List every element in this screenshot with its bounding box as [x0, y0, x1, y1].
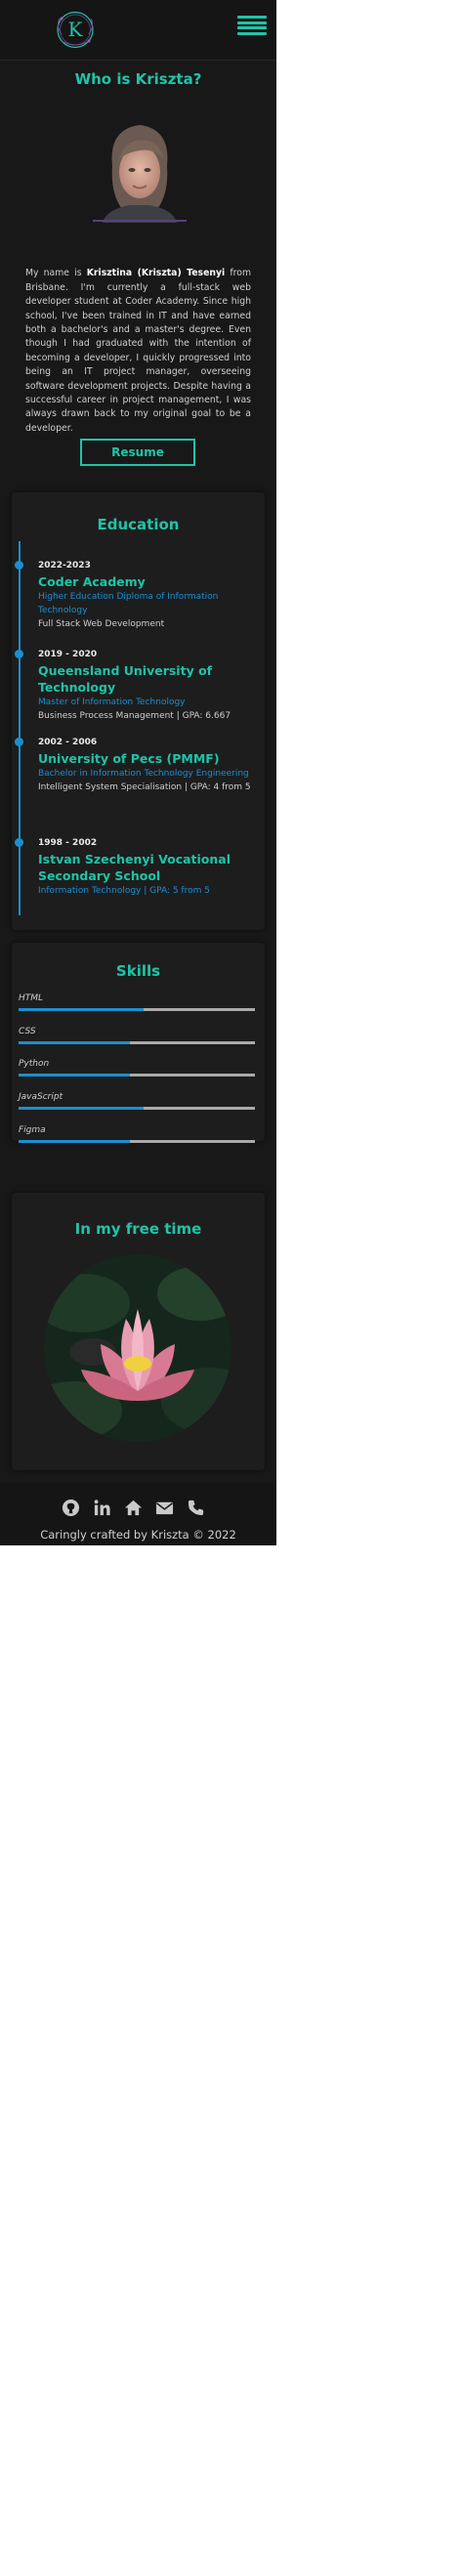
skill-bar: [19, 1107, 255, 1110]
free-time-card: In my free time: [12, 1193, 265, 1470]
skill-bar: [19, 1074, 255, 1077]
timeline-dot: [15, 650, 23, 658]
skill-item: HTML: [19, 992, 255, 1011]
education-degree: Bachelor in Information Technology Engin…: [38, 769, 249, 779]
skill-bar-fill: [19, 1008, 145, 1011]
education-years: 2002 - 2006: [38, 738, 98, 747]
education-years: 2019 - 2020: [38, 650, 98, 659]
bio-name: Krisztina (Kriszta) Tesenyi: [86, 268, 226, 279]
skill-name: CSS: [19, 1027, 36, 1036]
education-title: Education: [97, 516, 180, 533]
github-icon[interactable]: [62, 1499, 80, 1517]
education-degree: Master of Information Technology: [38, 697, 186, 707]
home-icon[interactable]: [124, 1499, 143, 1517]
skill-item: Python: [19, 1058, 255, 1077]
education-detail: Full Stack Web Development: [38, 619, 165, 629]
logo-icon[interactable]: K: [46, 9, 105, 51]
skill-item: JavaScript: [19, 1091, 255, 1110]
skill-name: HTML: [19, 993, 44, 1003]
skill-bar: [19, 1041, 255, 1044]
linkedin-icon[interactable]: [93, 1499, 111, 1517]
education-detail: Business Process Management | GPA: 6.667: [38, 711, 231, 721]
skill-bar-fill: [19, 1074, 130, 1077]
education-degree: Higher Education Diploma of Information …: [38, 592, 219, 615]
skill-bar-fill: [19, 1107, 145, 1110]
timeline-line: [19, 541, 21, 915]
hamburger-menu-icon[interactable]: [237, 16, 267, 35]
education-school: Istvan Szechenyi Vocational Secondary Sc…: [38, 852, 231, 883]
skill-name: Python: [19, 1059, 50, 1069]
education-school: University of Pecs (PMMF): [38, 751, 220, 766]
envelope-icon[interactable]: [155, 1499, 174, 1517]
logo-letter: K: [68, 18, 84, 41]
education-item: 2002 - 2006 University of Pecs (PMMF) Ba…: [15, 737, 253, 794]
education-detail: Intelligent System Specialisation | GPA:…: [38, 782, 251, 792]
bio-intro: My name is: [25, 268, 87, 279]
copyright-text: Caringly crafted by Kriszta © 2022: [40, 1528, 236, 1541]
education-school: Coder Academy: [38, 574, 146, 589]
navbar: K: [0, 0, 276, 61]
free-time-title: In my free time: [74, 1220, 202, 1238]
timeline-dot: [15, 738, 23, 746]
bio-text: My name is Krisztina (Kriszta) Tesenyi f…: [25, 267, 251, 436]
education-item: 2019 - 2020 Queensland University of Tec…: [15, 649, 253, 723]
footer-icons: [62, 1499, 205, 1517]
timeline-dot: [15, 838, 23, 847]
footer: Caringly crafted by Kriszta © 2022: [0, 1482, 276, 1545]
education-school: Queensland University of Technology: [38, 663, 213, 695]
skills-card: Skills HTML CSS Python JavaScript Figma: [12, 943, 265, 1143]
resume-button[interactable]: Resume: [80, 439, 195, 466]
skill-name: Figma: [19, 1125, 46, 1135]
education-item: 1998 - 2002 Istvan Szechenyi Vocational …: [15, 837, 253, 898]
education-card: Education 2022-2023 Coder Academy Higher…: [12, 492, 265, 930]
skill-item: Figma: [19, 1124, 255, 1143]
bio-rest: from Brisbane. I'm currently a full-stac…: [25, 268, 252, 434]
skills-title: Skills: [115, 962, 161, 980]
skill-bar-fill: [19, 1140, 130, 1143]
page: K Who is Kriszta? My name is Krisztina (…: [0, 0, 276, 1545]
education-years: 2022-2023: [38, 561, 91, 570]
portrait-image: [93, 125, 187, 223]
skill-item: CSS: [19, 1026, 255, 1044]
skill-name: JavaScript: [19, 1092, 63, 1102]
timeline-dot: [15, 561, 23, 570]
lotus-flower-image: [44, 1254, 231, 1442]
phone-icon[interactable]: [187, 1499, 205, 1517]
skill-bar: [19, 1140, 255, 1143]
skill-bar: [19, 1008, 255, 1011]
education-item: 2022-2023 Coder Academy Higher Education…: [15, 560, 253, 631]
about-title: Who is Kriszta?: [74, 70, 202, 88]
education-degree: Information Technology | GPA: 5 from 5: [38, 886, 210, 896]
skill-bar-fill: [19, 1041, 130, 1044]
education-years: 1998 - 2002: [38, 838, 98, 848]
